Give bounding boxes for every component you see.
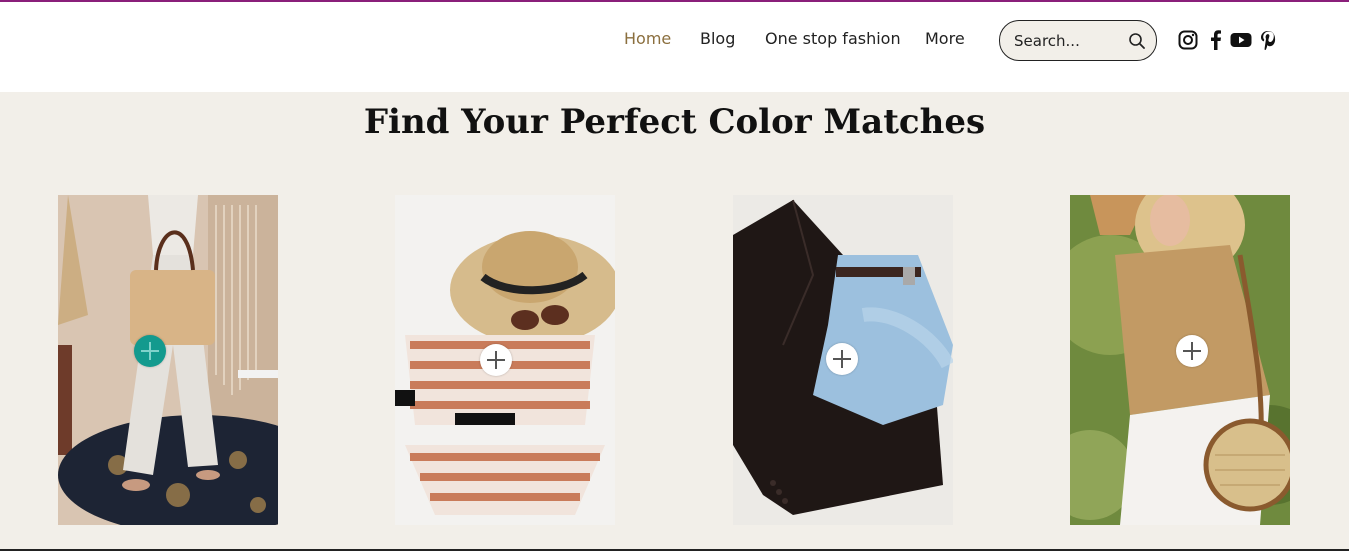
facebook-icon[interactable] bbox=[1206, 30, 1228, 52]
gallery-item-3[interactable] bbox=[733, 195, 953, 525]
nav-item-blog[interactable]: Blog bbox=[700, 29, 735, 49]
gallery-item-1[interactable] bbox=[58, 195, 278, 525]
site-header: Home Blog One stop fashion More bbox=[0, 2, 1349, 92]
search-box[interactable] bbox=[999, 20, 1157, 61]
nav-item-more[interactable]: More bbox=[925, 29, 965, 49]
gallery-item-4[interactable] bbox=[1070, 195, 1290, 525]
youtube-icon[interactable] bbox=[1230, 30, 1252, 52]
page-title: Find Your Perfect Color Matches bbox=[363, 102, 986, 142]
add-hotspot-button[interactable] bbox=[1176, 335, 1208, 367]
search-icon[interactable] bbox=[1128, 32, 1146, 50]
add-hotspot-button[interactable] bbox=[480, 344, 512, 376]
nav-item-home[interactable]: Home bbox=[624, 29, 671, 49]
add-hotspot-button[interactable] bbox=[134, 335, 166, 367]
add-hotspot-button[interactable] bbox=[826, 343, 858, 375]
woman-with-tote-bag-photo bbox=[58, 195, 278, 525]
search-input[interactable] bbox=[1012, 30, 1126, 52]
instagram-icon[interactable] bbox=[1178, 30, 1200, 52]
pinterest-icon[interactable] bbox=[1258, 30, 1280, 52]
nav-item-one-stop-fashion[interactable]: One stop fashion bbox=[765, 29, 901, 49]
gallery-item-2[interactable] bbox=[395, 195, 615, 525]
